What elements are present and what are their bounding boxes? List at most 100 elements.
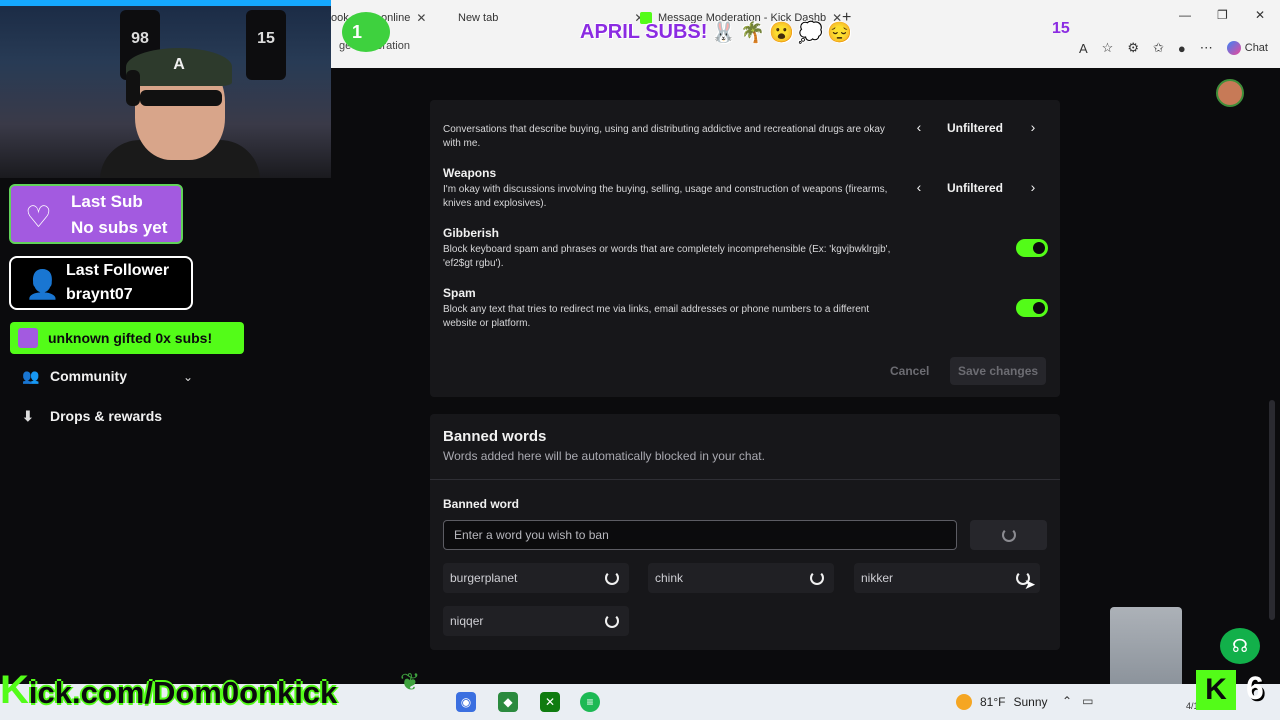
xbox-app-icon[interactable]: ✕ — [540, 692, 560, 712]
browser-toolbar: A ☆ ⚙ ✩ ● ⋯ Chat — [1079, 40, 1268, 56]
copilot-chat-button[interactable]: Chat — [1226, 41, 1268, 55]
add-banned-word-button[interactable] — [970, 520, 1047, 550]
headset-icon — [126, 70, 140, 106]
banned-word-text: burgerplanet — [450, 571, 518, 585]
sidebar-item-label: Community — [50, 368, 127, 384]
spam-toggle[interactable] — [1016, 299, 1048, 317]
loading-spinner-icon — [1001, 528, 1016, 542]
loading-spinner-icon[interactable] — [605, 614, 619, 628]
kick-k-letter: K — [0, 668, 29, 712]
banned-word-chip: burgerplanet — [443, 563, 629, 593]
spam-description: Block any text that tries to redirect me… — [443, 304, 870, 329]
banned-word-label: Banned word — [443, 497, 520, 511]
banned-word-text: nikker — [861, 571, 894, 585]
palm-emoji-icon: 🌴 — [740, 21, 766, 44]
last-sub-value: No subs yet — [71, 218, 168, 237]
close-window-button[interactable]: ✕ — [1255, 8, 1265, 22]
spam-title: Spam — [443, 286, 476, 300]
weapons-title: Weapons — [443, 166, 497, 180]
heart-icon: ♡ — [25, 201, 52, 234]
loading-spinner-icon[interactable] — [605, 571, 619, 585]
save-changes-button[interactable]: Save changes — [950, 357, 1047, 385]
mouse-cursor-icon: ➤ — [1024, 576, 1036, 592]
community-icon: 👥 — [22, 368, 40, 384]
gibberish-toggle[interactable] — [1016, 239, 1048, 257]
last-sub-widget: ♡ Last Sub No subs yet — [9, 184, 183, 244]
kick-logo-letter: K — [1205, 673, 1227, 706]
jersey-number: 98 — [131, 30, 149, 47]
chevron-right-icon[interactable]: › — [1019, 115, 1047, 139]
sun-icon — [956, 694, 972, 710]
webcam-feed: 98 15 A — [0, 0, 331, 178]
drugs-description: Conversations that describe buying, usin… — [443, 124, 885, 149]
user-plus-icon: 👤 — [25, 269, 60, 300]
drops-icon: ⬇ — [22, 408, 34, 424]
chevron-up-icon[interactable]: ⌃ — [1062, 694, 1072, 708]
jersey-2: 15 — [246, 10, 286, 80]
sidebar-item-drops-rewards[interactable]: ⬇ Drops & rewards — [22, 408, 162, 424]
page-scrollbar[interactable] — [1269, 400, 1275, 620]
sidebar-item-community[interactable]: 👥 Community — [22, 368, 127, 384]
banned-word-chip: chink — [648, 563, 834, 593]
tab-label: New tab — [458, 12, 499, 24]
last-follower-value: braynt07 — [66, 286, 133, 303]
stream-widget-circle: 1 — [342, 12, 390, 52]
discord-app-icon[interactable]: ◆ — [498, 692, 518, 712]
chat-label: Chat — [1244, 42, 1268, 54]
streamer-cap: A — [126, 48, 232, 86]
weather-text: Sunny — [1013, 695, 1048, 709]
weapons-description: I'm okay with discussions involving the … — [443, 184, 888, 209]
weather-widget[interactable]: 81°F Sunny — [956, 694, 1048, 710]
led-strip — [0, 0, 331, 6]
leaf-icon: ❦ — [400, 669, 421, 696]
banned-word-text: chink — [655, 571, 684, 585]
last-sub-title: Last Sub — [71, 192, 143, 211]
spotify-app-icon[interactable]: ≡ — [580, 692, 600, 712]
chrome-app-icon[interactable]: ◉ — [456, 692, 476, 712]
divider — [430, 479, 1060, 480]
thought-emoji-icon: 💭 — [798, 21, 824, 44]
cap-logo: A — [173, 56, 185, 73]
banned-word-input[interactable] — [443, 520, 957, 550]
favorites-icon[interactable]: ✩ — [1153, 40, 1164, 56]
system-tray: ⌃ ▭ — [1062, 694, 1093, 708]
extensions-icon[interactable]: ⚙ — [1127, 40, 1139, 56]
loading-spinner-icon[interactable] — [810, 571, 824, 585]
subs-banner-text: APRIL SUBS! — [580, 20, 708, 43]
gifted-text: unknown gifted 0x subs! — [48, 330, 213, 346]
chevron-down-icon[interactable]: ⌄ — [183, 370, 193, 384]
weather-temp: 81°F — [980, 695, 1006, 709]
network-icon[interactable]: ▭ — [1082, 694, 1093, 708]
more-icon[interactable]: ⋯ — [1200, 40, 1213, 56]
chevron-left-icon[interactable]: ‹ — [905, 115, 933, 139]
kick-channel-url-overlay: Kick.com/Dom0onkick — [0, 668, 337, 712]
jersey-number: 15 — [257, 30, 275, 47]
minimize-button[interactable]: — — [1179, 8, 1191, 22]
circle-count: 1 — [352, 21, 363, 42]
avatar[interactable] — [1216, 79, 1244, 107]
sad-emoji-icon: 😔 — [827, 21, 852, 44]
read-aloud-icon[interactable]: A — [1079, 41, 1088, 56]
close-icon[interactable]: ✕ — [416, 11, 426, 25]
banned-words-subtitle: Words added here will be automatically b… — [443, 449, 765, 463]
drugs-level-value: Unfiltered — [946, 121, 1003, 135]
banned-word-chip: niqqer — [443, 606, 629, 636]
favorite-star-icon[interactable]: ☆ — [1102, 40, 1114, 56]
chevron-left-icon[interactable]: ‹ — [905, 175, 933, 199]
banned-word-chip: nikker — [854, 563, 1040, 593]
maximize-button[interactable]: ❐ — [1217, 8, 1228, 22]
profile-icon[interactable]: ● — [1178, 41, 1186, 56]
weapons-level-value: Unfiltered — [946, 181, 1003, 195]
gift-icon — [18, 328, 38, 348]
copilot-icon — [1226, 41, 1241, 55]
gifted-subs-widget: unknown gifted 0x subs! — [10, 322, 244, 354]
cancel-button[interactable]: Cancel — [890, 364, 929, 378]
rabbit-emoji-icon: 🐰 — [711, 21, 737, 44]
sub-goal-count: 15 — [1052, 20, 1070, 37]
kick-logo: K — [1196, 670, 1236, 710]
gibberish-description: Block keyboard spam and phrases or words… — [443, 244, 891, 269]
kick-url-text: ick.com/Dom0onkick — [28, 675, 338, 710]
sidebar-item-label: Drops & rewards — [50, 408, 163, 424]
chevron-right-icon[interactable]: › — [1019, 175, 1047, 199]
support-headset-icon[interactable]: ☊ — [1220, 628, 1260, 664]
